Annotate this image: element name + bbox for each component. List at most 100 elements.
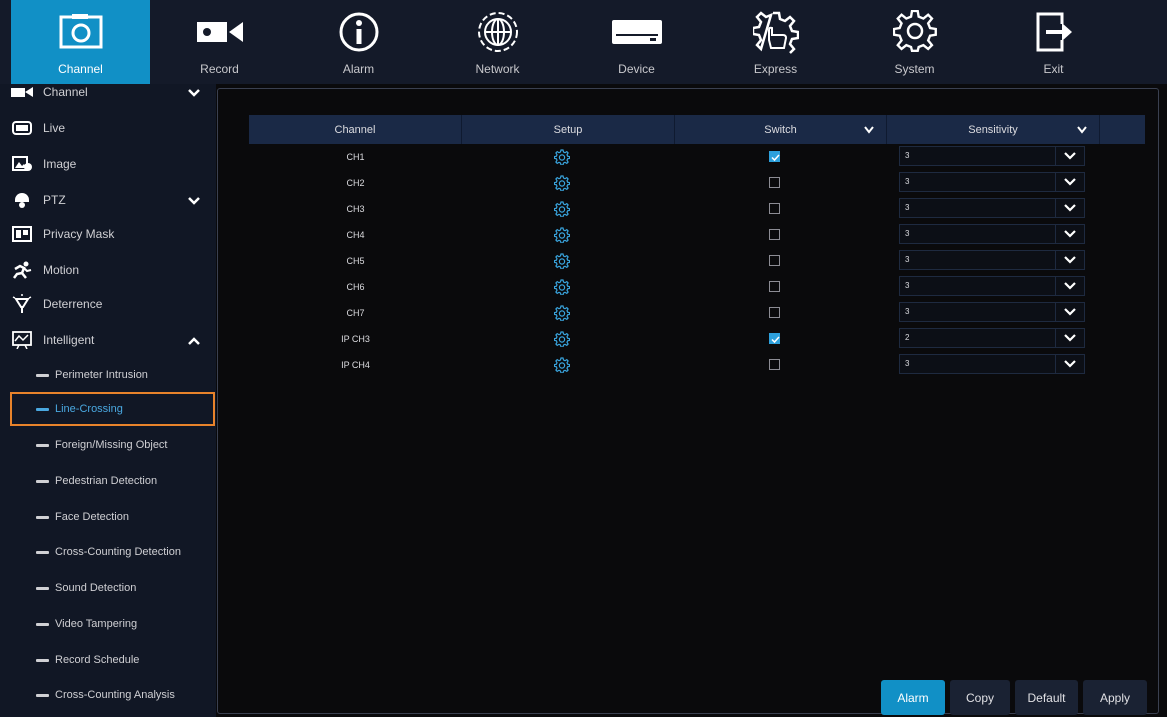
channel-name: CH3 — [346, 204, 365, 214]
sub-item-sound-detection[interactable]: Sound Detection — [10, 571, 215, 605]
sidebar-item-channel[interactable]: Channel — [0, 84, 216, 110]
nav-label: Exit — [1043, 62, 1064, 76]
video-record-icon — [190, 10, 250, 54]
apply-button[interactable]: Apply — [1083, 680, 1147, 715]
switch-checkbox[interactable] — [769, 177, 780, 188]
sensitivity-select[interactable]: 3 — [899, 172, 1085, 192]
copy-button[interactable]: Copy — [950, 680, 1010, 715]
sidebar-item-label: Privacy Mask — [43, 227, 115, 241]
chevron-down-icon[interactable] — [1055, 355, 1084, 373]
exit-icon — [1024, 10, 1084, 54]
chevron-down-icon[interactable] — [1055, 225, 1084, 243]
sensitivity-select[interactable]: 3 — [899, 146, 1085, 166]
nav-label: Alarm — [342, 62, 375, 76]
switch-checkbox[interactable] — [769, 203, 780, 214]
sensitivity-select[interactable]: 3 — [899, 302, 1085, 322]
sensitivity-select[interactable]: 3 — [899, 250, 1085, 270]
chevron-down-icon[interactable] — [1055, 277, 1084, 295]
sensitivity-value: 3 — [905, 177, 910, 186]
nav-label: Channel — [58, 62, 103, 76]
nav-express[interactable]: Express — [706, 0, 845, 84]
sensitivity-select[interactable]: 2 — [899, 328, 1085, 348]
chevron-down-icon[interactable] — [864, 125, 874, 137]
sidebar-item-motion[interactable]: Motion — [0, 252, 216, 288]
setup-gear-icon[interactable] — [553, 253, 571, 270]
setup-gear-icon[interactable] — [553, 175, 571, 192]
chevron-down-icon[interactable] — [188, 86, 200, 104]
sensitivity-select[interactable]: 3 — [899, 276, 1085, 296]
chevron-down-icon[interactable] — [1077, 125, 1087, 137]
setup-gear-icon[interactable] — [553, 201, 571, 218]
dash-icon — [36, 443, 49, 447]
nav-device[interactable]: Device — [567, 0, 706, 84]
nav-system[interactable]: System — [845, 0, 984, 84]
sensitivity-select[interactable]: 3 — [899, 354, 1085, 374]
sidebar-item-ptz[interactable]: PTZ — [0, 182, 216, 218]
sensitivity-value: 3 — [905, 151, 910, 160]
switch-checkbox[interactable] — [769, 229, 780, 240]
alarm-button[interactable]: Alarm — [881, 680, 945, 715]
setup-gear-icon[interactable] — [553, 331, 571, 348]
switch-checkbox[interactable] — [769, 359, 780, 370]
setup-gear-icon[interactable] — [553, 149, 571, 166]
sidebar-item-image[interactable]: Image — [0, 146, 216, 182]
sub-item-cross-counting-analysis[interactable]: Cross-Counting Analysis — [10, 678, 215, 712]
table-row: CH2 3 — [249, 170, 1145, 196]
sub-item-cross-counting-detection[interactable]: Cross-Counting Detection — [10, 535, 215, 569]
chevron-down-icon[interactable] — [188, 194, 200, 212]
chevron-down-icon[interactable] — [1055, 251, 1084, 269]
dash-icon — [36, 479, 49, 483]
default-button[interactable]: Default — [1015, 680, 1078, 715]
chevron-down-icon[interactable] — [1055, 173, 1084, 191]
sensitivity-select[interactable]: 3 — [899, 224, 1085, 244]
table-row: CH1 3 — [249, 144, 1145, 170]
nav-record[interactable]: Record — [150, 0, 289, 84]
sensitivity-select[interactable]: 3 — [899, 198, 1085, 218]
switch-checkbox[interactable] — [769, 333, 780, 344]
sub-item-record-schedule[interactable]: Record Schedule — [10, 643, 215, 677]
sub-item-face-detection[interactable]: Face Detection — [10, 500, 215, 534]
sidebar-item-intelligent[interactable]: Intelligent — [0, 322, 216, 358]
sidebar-item-deterrence[interactable]: Deterrence — [0, 286, 216, 322]
nav-channel[interactable]: Channel — [11, 0, 150, 84]
sidebar-item-privacy-mask[interactable]: Privacy Mask — [0, 216, 216, 252]
globe-network-icon — [468, 10, 528, 54]
channel-name: CH2 — [346, 178, 365, 188]
column-header-switch[interactable]: Switch — [675, 115, 887, 144]
switch-checkbox[interactable] — [769, 151, 780, 162]
column-header-sensitivity[interactable]: Sensitivity — [887, 115, 1100, 144]
setup-gear-icon[interactable] — [553, 305, 571, 322]
nav-alarm[interactable]: Alarm — [289, 0, 428, 84]
sub-item-foreign-missing-object[interactable]: Foreign/Missing Object — [10, 428, 215, 462]
sub-item-line-crossing[interactable]: Line-Crossing — [10, 392, 215, 426]
chevron-down-icon[interactable] — [1055, 147, 1084, 165]
ptz-dome-icon — [11, 190, 33, 210]
chevron-down-icon[interactable] — [1055, 199, 1084, 217]
sidebar-item-label: Channel — [43, 85, 88, 99]
setup-gear-icon[interactable] — [553, 227, 571, 244]
running-person-icon — [11, 260, 33, 280]
nav-network[interactable]: Network — [428, 0, 567, 84]
channel-name: IP CH4 — [341, 360, 370, 370]
table-row: CH7 3 — [249, 300, 1145, 326]
sidebar-item-live[interactable]: Live — [0, 110, 216, 146]
gear-icon — [885, 10, 945, 54]
sub-item-label: Cross-Counting Detection — [55, 546, 181, 558]
chevron-down-icon[interactable] — [1055, 303, 1084, 321]
channel-name: CH4 — [346, 230, 365, 240]
switch-checkbox[interactable] — [769, 307, 780, 318]
sub-item-perimeter-intrusion[interactable]: Perimeter Intrusion — [10, 358, 215, 392]
dash-icon — [36, 515, 49, 519]
sub-item-label: Face Detection — [55, 511, 129, 523]
switch-checkbox[interactable] — [769, 281, 780, 292]
nav-exit[interactable]: Exit — [984, 0, 1123, 84]
chevron-down-icon[interactable] — [1055, 329, 1084, 347]
sub-item-video-tampering[interactable]: Video Tampering — [10, 607, 215, 641]
chevron-up-icon[interactable] — [188, 334, 200, 352]
sub-item-label: Foreign/Missing Object — [55, 439, 168, 451]
setup-gear-icon[interactable] — [553, 357, 571, 374]
sub-item-pedestrian-detection[interactable]: Pedestrian Detection — [10, 464, 215, 498]
column-header-label: Sensitivity — [968, 123, 1018, 136]
switch-checkbox[interactable] — [769, 255, 780, 266]
setup-gear-icon[interactable] — [553, 279, 571, 296]
